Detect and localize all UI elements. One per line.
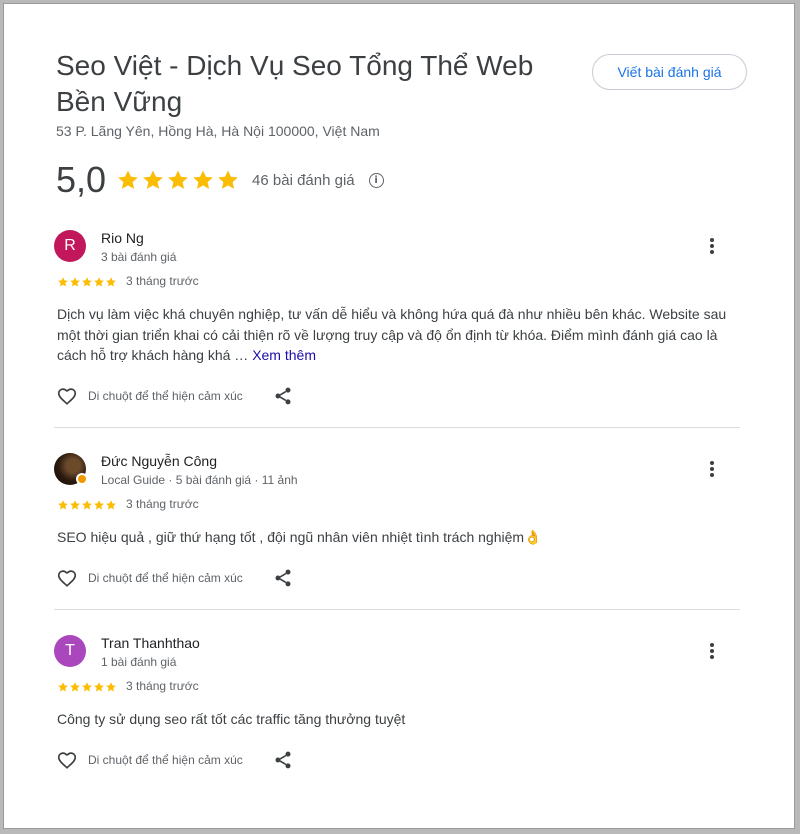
- reviewer-name[interactable]: Rio Ng: [101, 230, 144, 246]
- star-icon: [143, 170, 163, 189]
- reaction-label: Di chuột để thể hiện cảm xúc: [88, 571, 243, 585]
- review-stars: [57, 499, 117, 511]
- more-vert-icon[interactable]: [702, 457, 722, 481]
- review-body: Dịch vụ làm việc khá chuyên nghiệp, tư v…: [57, 306, 727, 363]
- star-icon: [58, 277, 68, 287]
- review-text: Công ty sử dụng seo rất tốt các traffic …: [57, 709, 737, 730]
- star-icon: [106, 277, 116, 287]
- star-icon: [168, 170, 188, 189]
- rating-summary: 5,0 46 bài đánh giá i: [56, 158, 384, 202]
- more-vert-icon[interactable]: [702, 639, 722, 663]
- share-icon[interactable]: [273, 568, 293, 588]
- star-icon: [70, 682, 80, 692]
- share-icon[interactable]: [273, 386, 293, 406]
- review-text: Dịch vụ làm việc khá chuyên nghiệp, tư v…: [57, 304, 737, 366]
- review-stars: [57, 276, 117, 288]
- reviewer-meta: 1 bài đánh giá: [101, 655, 177, 669]
- star-icon: [58, 500, 68, 510]
- rating-stars: [116, 168, 240, 192]
- review-text: SEO hiệu quả , giữ thứ hạng tốt , đội ng…: [57, 527, 737, 548]
- local-guide-badge-icon: [76, 473, 88, 485]
- review-body: Công ty sử dụng seo rất tốt các traffic …: [57, 711, 406, 727]
- info-icon[interactable]: i: [368, 172, 384, 188]
- star-icon: [82, 682, 92, 692]
- divider: [54, 427, 740, 428]
- review-stars: [57, 681, 117, 693]
- star-icon: [94, 500, 104, 510]
- see-more-link[interactable]: Xem thêm: [252, 347, 316, 363]
- average-rating: 5,0: [56, 159, 107, 200]
- review-count[interactable]: 46 bài đánh giá: [252, 172, 355, 189]
- business-address: 53 P. Lãng Yên, Hồng Hà, Hà Nội 100000, …: [56, 123, 380, 139]
- write-review-button[interactable]: Viết bài đánh giá: [592, 54, 747, 90]
- star-icon: [118, 170, 138, 189]
- reviewer-meta: 3 bài đánh giá: [101, 250, 177, 264]
- share-icon[interactable]: [273, 750, 293, 770]
- heart-icon[interactable]: [56, 385, 78, 407]
- star-icon: [94, 277, 104, 287]
- review-actions: Di chuột để thể hiện cảm xúc: [56, 567, 293, 589]
- reviews-panel: Seo Việt - Dịch Vụ Seo Tổng Thể Web Bền …: [3, 3, 795, 829]
- star-icon: [70, 277, 80, 287]
- star-icon: [218, 170, 238, 189]
- reviewer-meta: Local Guide · 5 bài đánh giá · 11 ảnh: [101, 473, 298, 487]
- review-date: 3 tháng trước: [126, 274, 199, 288]
- review-body: SEO hiệu quả , giữ thứ hạng tốt , đội ng…: [57, 529, 542, 545]
- star-icon: [70, 500, 80, 510]
- review-actions: Di chuột để thể hiện cảm xúc: [56, 385, 293, 407]
- star-icon: [58, 682, 68, 692]
- reaction-label: Di chuột để thể hiện cảm xúc: [88, 389, 243, 403]
- avatar[interactable]: T: [54, 635, 86, 667]
- star-icon: [106, 500, 116, 510]
- review-date: 3 tháng trước: [126, 679, 199, 693]
- heart-icon[interactable]: [56, 567, 78, 589]
- divider: [54, 609, 740, 610]
- reaction-label: Di chuột để thể hiện cảm xúc: [88, 753, 243, 767]
- more-vert-icon[interactable]: [702, 234, 722, 258]
- review-date: 3 tháng trước: [126, 497, 199, 511]
- star-icon: [82, 277, 92, 287]
- star-icon: [82, 500, 92, 510]
- reviewer-name[interactable]: Đức Nguyễn Công: [101, 453, 217, 469]
- business-title: Seo Việt - Dịch Vụ Seo Tổng Thể Web Bền …: [56, 50, 534, 117]
- star-icon: [106, 682, 116, 692]
- star-icon: [94, 682, 104, 692]
- avatar[interactable]: R: [54, 230, 86, 262]
- review-actions: Di chuột để thể hiện cảm xúc: [56, 749, 293, 771]
- heart-icon[interactable]: [56, 749, 78, 771]
- reviewer-name[interactable]: Tran Thanhthao: [101, 635, 200, 651]
- star-icon: [193, 170, 213, 189]
